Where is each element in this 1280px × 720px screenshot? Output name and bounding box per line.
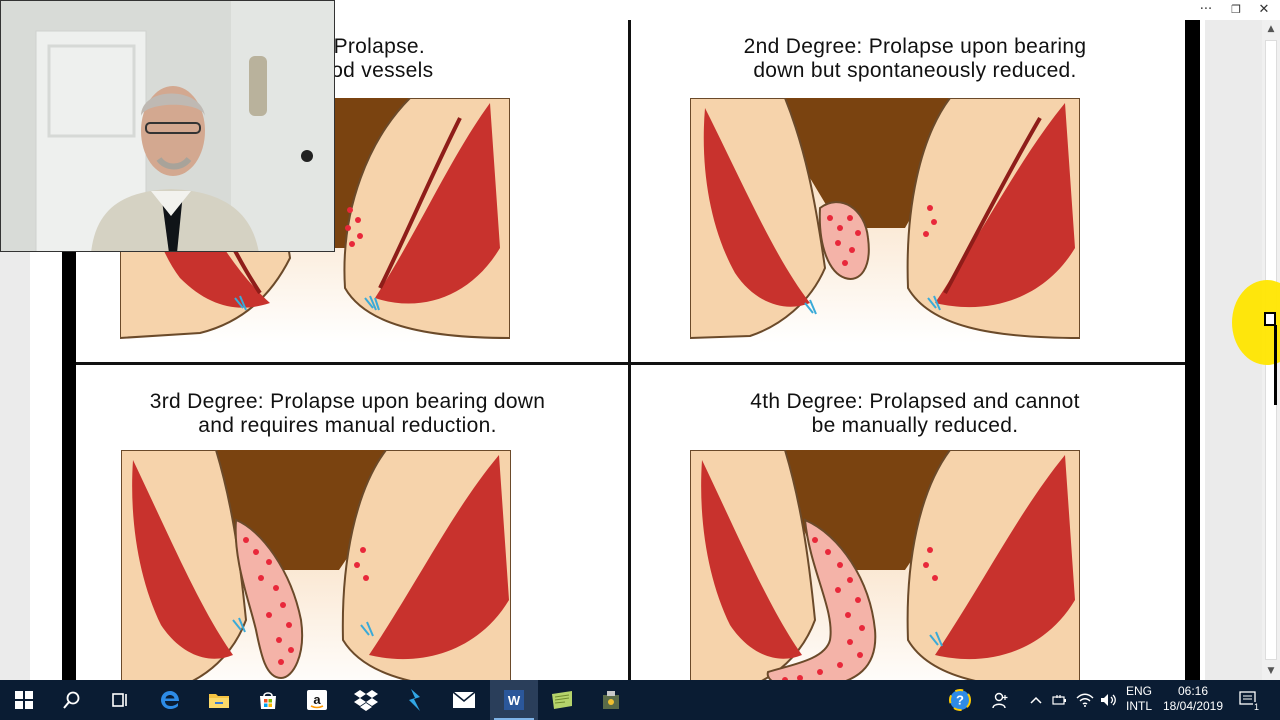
folder-icon xyxy=(209,694,229,708)
windows-logo-icon xyxy=(15,691,33,709)
battery-plug-icon xyxy=(1052,695,1066,705)
taskbar-word[interactable]: W xyxy=(490,680,538,720)
svg-text:W: W xyxy=(508,693,521,708)
windows-taskbar: a W ? xyxy=(0,680,1280,720)
help-tray-button[interactable]: ? xyxy=(947,680,973,720)
volume-tray-button[interactable] xyxy=(1098,680,1120,720)
taskbar-mail[interactable] xyxy=(440,680,488,720)
caption-line: 3rd Degree: Prolapse upon bearing down xyxy=(149,390,546,413)
presenter-webcam-overlay xyxy=(0,0,335,252)
panel-caption-4th-degree: 4th Degree: Prolapsed and cannot be manu… xyxy=(640,390,1190,438)
taskbar-clock[interactable]: 06:16 18/04/2019 xyxy=(1158,684,1228,714)
input-language-indicator[interactable]: ENG INTL xyxy=(1122,684,1156,714)
clock-time: 06:16 xyxy=(1177,684,1209,698)
taskbar-amazon[interactable]: a xyxy=(293,680,341,720)
presenter-video-icon xyxy=(1,1,334,251)
language-code: ENG xyxy=(1125,684,1152,698)
clock-date: 18/04/2019 xyxy=(1162,699,1224,713)
caption-line: be manually reduced. xyxy=(811,414,1019,437)
app-icon xyxy=(603,691,619,709)
task-view-button[interactable] xyxy=(96,680,144,720)
edge-browser-icon xyxy=(161,691,179,709)
dropbox-icon xyxy=(354,690,378,711)
store-bag-icon xyxy=(260,692,276,709)
taskbar-unknown-app[interactable] xyxy=(587,680,635,720)
taskbar-notes[interactable] xyxy=(538,680,586,720)
keyboard-layout: INTL xyxy=(1125,699,1152,713)
task-view-icon xyxy=(112,693,127,707)
search-icon xyxy=(63,691,80,709)
slide-vertical-divider xyxy=(628,20,631,680)
anal-canal-illustration-2nd-degree xyxy=(690,98,1080,343)
taskbar-edge[interactable] xyxy=(146,680,194,720)
wifi-icon xyxy=(1076,693,1094,707)
anal-canal-illustration-3rd-degree xyxy=(121,450,511,680)
slide-border-right xyxy=(1185,20,1200,680)
speaker-icon xyxy=(1101,694,1116,706)
bolt-icon xyxy=(409,689,420,711)
panel-caption-no-prolapse: No Prolapse. t blood vessels xyxy=(290,35,600,83)
scroll-down-arrow-icon[interactable]: ▼ xyxy=(1262,662,1280,680)
svg-text:?: ? xyxy=(956,693,964,708)
panel-caption-3rd-degree: 3rd Degree: Prolapse upon bearing down a… xyxy=(70,390,625,438)
notification-count-badge: 1 xyxy=(1253,702,1261,712)
caption-line: t blood vessels xyxy=(290,59,434,82)
caption-line: 4th Degree: Prolapsed and cannot xyxy=(750,390,1080,413)
word-icon: W xyxy=(504,690,524,710)
action-center-button[interactable] xyxy=(1236,680,1262,720)
taskbar-dropbox[interactable] xyxy=(342,680,390,720)
restore-window-button[interactable]: ❐ xyxy=(1222,0,1250,20)
cursor-trail xyxy=(1274,325,1280,405)
panel-caption-2nd-degree: 2nd Degree: Prolapse upon bearing down b… xyxy=(640,35,1190,83)
show-hidden-icons-button[interactable] xyxy=(1026,680,1046,720)
caption-line: and requires manual reduction. xyxy=(198,414,497,437)
start-button[interactable] xyxy=(0,680,48,720)
chevron-up-icon xyxy=(1030,696,1042,704)
sticky-notes-icon xyxy=(552,691,572,709)
caption-line: down but spontaneously reduced. xyxy=(753,59,1077,82)
more-options-button[interactable]: ··· xyxy=(1192,0,1220,20)
battery-tray-button[interactable] xyxy=(1050,680,1070,720)
close-window-button[interactable]: ✕ xyxy=(1250,0,1278,20)
wifi-tray-button[interactable] xyxy=(1074,680,1096,720)
taskbar-sway[interactable] xyxy=(391,680,439,720)
caption-line: No Prolapse. xyxy=(300,35,425,58)
screen: ··· ❐ ✕ No Prolapse. t blood vessels 2nd… xyxy=(0,0,1280,720)
mail-icon xyxy=(452,691,476,708)
taskbar-search-button[interactable] xyxy=(48,680,96,720)
taskbar-store[interactable] xyxy=(244,680,292,720)
mouse-cursor-icon xyxy=(1264,312,1276,326)
people-icon xyxy=(992,692,1008,709)
help-question-icon: ? xyxy=(949,689,971,711)
amazon-app-icon: a xyxy=(307,690,327,710)
slide-horizontal-divider xyxy=(76,362,1185,365)
taskbar-file-explorer[interactable] xyxy=(195,680,243,720)
anal-canal-illustration-4th-degree xyxy=(690,450,1080,680)
caption-line: 2nd Degree: Prolapse upon bearing xyxy=(743,35,1087,58)
people-tray-button[interactable] xyxy=(988,680,1014,720)
svg-text:a: a xyxy=(313,692,321,707)
scroll-up-arrow-icon[interactable]: ▲ xyxy=(1262,20,1280,38)
